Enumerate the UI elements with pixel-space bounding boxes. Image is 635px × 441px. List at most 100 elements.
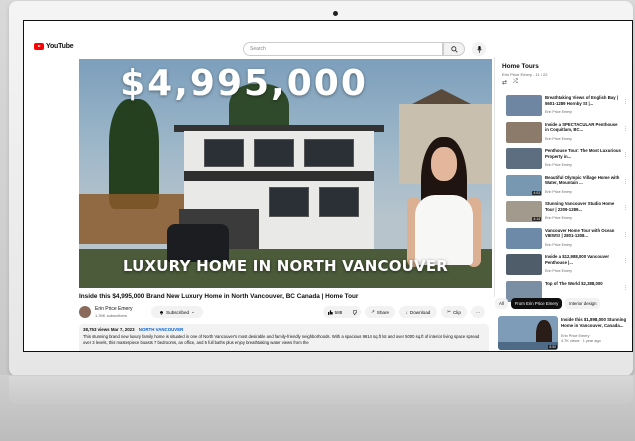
upload-date: Mar 7, 2023 xyxy=(110,327,135,332)
share-icon: ↗ xyxy=(370,309,375,314)
more-options-icon[interactable]: ⋮ xyxy=(623,285,628,291)
bell-icon xyxy=(160,310,164,315)
screen: YouTube Search $4,995,000 LUXURY HOME IN… xyxy=(23,20,633,352)
playlist-item-channel: Erin Price Emery xyxy=(545,110,572,114)
monitor-chin xyxy=(9,376,633,404)
logo-text: YouTube xyxy=(46,43,74,50)
subscribed-label: Subscribed xyxy=(166,309,190,315)
recommended-thumbnail[interactable]: 8:50 xyxy=(498,316,558,350)
loop-icon[interactable]: ⇄ xyxy=(502,79,507,86)
video-overlay-price: $4,995,000 xyxy=(120,63,368,104)
playlist-item-title: Top of The World $2,388,000 xyxy=(545,280,603,286)
playlist-duration: 4:14 xyxy=(532,217,541,221)
youtube-logo[interactable]: YouTube xyxy=(34,43,74,50)
recommended-title: Inside this $1,898,000 Stunning Home in … xyxy=(561,317,627,328)
scissors-icon: ✂ xyxy=(447,309,451,314)
video-frame-window xyxy=(204,139,244,167)
channel-avatar[interactable] xyxy=(79,306,91,318)
channel-name[interactable]: Erin Price Emery xyxy=(95,306,133,312)
playlist-item-title: Inside a SPECTACULAR Penthouse in Coquit… xyxy=(545,121,618,133)
playlist-thumbnail[interactable] xyxy=(506,121,542,143)
playlist-title[interactable]: Home Tours xyxy=(502,63,539,70)
search-input[interactable]: Search xyxy=(243,42,443,56)
search-button[interactable] xyxy=(443,42,465,56)
view-count: 38,753 views xyxy=(83,327,110,332)
more-options-icon[interactable]: ⋮ xyxy=(623,205,628,211)
location-tag[interactable]: NORTH VANCOUVER xyxy=(139,327,184,332)
playlist-controls: ⇄ ⤮ xyxy=(502,79,518,86)
video-overlay-caption: LUXURY HOME IN NORTH VANCOUVER xyxy=(122,257,449,275)
more-options-icon[interactable]: ⋮ xyxy=(623,126,628,132)
chip-all[interactable]: All xyxy=(495,298,508,309)
search-icon xyxy=(450,45,458,53)
playlist-item[interactable]: Breathtaking Views of English Bay | 5601… xyxy=(502,95,628,119)
more-options-icon[interactable]: ⋮ xyxy=(623,258,628,264)
playlist-item[interactable]: Inside a SPECTACULAR Penthouse in Coquit… xyxy=(502,121,628,146)
playlist-item-channel: Erin Price Emery xyxy=(545,136,572,141)
description-box[interactable]: 38,753 views Mar 7, 2023 NORTH VANCOUVER… xyxy=(79,324,489,351)
channel-row: Erin Price Emery 1.39K subscribers Subsc… xyxy=(79,304,492,320)
more-options-icon[interactable]: ⋮ xyxy=(623,179,628,185)
playlist-item-title: Breathtaking Views of English Bay | 5601… xyxy=(545,95,618,106)
video-frame-window xyxy=(254,139,294,167)
like-count: 588 xyxy=(334,309,343,315)
recommended-video[interactable]: 8:50 Inside this $1,898,000 Stunning Hom… xyxy=(498,316,631,351)
playlist-item[interactable]: Penthouse Tour: The Most Luxurious Prope… xyxy=(502,148,628,172)
thumbs-down-icon xyxy=(352,309,357,315)
subscribed-button[interactable]: Subscribed ⌄ xyxy=(151,306,203,318)
chip-from-channel[interactable]: From Erin Price Emery xyxy=(510,298,563,309)
download-button[interactable]: ↓ Download xyxy=(399,306,437,318)
playlist-thumbnail[interactable] xyxy=(506,254,542,275)
clip-button[interactable]: ✂ Clip xyxy=(441,306,467,318)
dislike-button[interactable] xyxy=(347,306,361,318)
video-frame-window xyxy=(269,187,309,217)
playlist-item-channel: Erin Price Emery xyxy=(545,189,572,194)
playlist-thumbnail[interactable]: 4:03 xyxy=(506,174,542,196)
video-frame-window xyxy=(319,187,359,217)
chip-interior-design[interactable]: Interior design xyxy=(565,298,601,309)
webcam xyxy=(333,11,338,16)
shuffle-icon[interactable]: ⤮ xyxy=(513,79,518,86)
more-actions-button[interactable]: ··· xyxy=(471,306,485,318)
playlist-item[interactable]: Inside a $12,988,000 Vancouver Penthouse… xyxy=(502,254,628,278)
playlist-item[interactable]: 4:14 Stunning Vancouver Studio Home Tour … xyxy=(502,201,628,225)
playlist-item[interactable]: 4:03 Beautiful Olympic Village Home with … xyxy=(502,174,628,199)
playlist-item-title: Stunning Vancouver Studio Home Tour | 22… xyxy=(545,201,615,212)
filter-chips: All From Erin Price Emery Interior desig… xyxy=(495,298,601,309)
playlist-thumbnail[interactable] xyxy=(506,95,542,116)
playlist-item-title: Vancouver Home Tour with Ocean VIEWS! | … xyxy=(545,227,615,239)
playlist-item-title: Beautiful Olympic Village Home with Wate… xyxy=(545,174,620,186)
description-text: This stunning brand new luxury family ho… xyxy=(83,334,480,345)
presenter-top xyxy=(415,195,473,265)
share-button[interactable]: ↗ Share xyxy=(365,306,395,318)
video-frame-balcony xyxy=(184,171,374,181)
playlist-item[interactable]: Vancouver Home Tour with Ocean VIEWS! | … xyxy=(502,227,628,252)
chevron-down-icon: ⌄ xyxy=(191,309,195,314)
playlist-item-title: Penthouse Tour: The Most Luxurious Prope… xyxy=(545,148,621,159)
share-label: Share xyxy=(376,309,390,315)
playlist-thumbnail[interactable] xyxy=(506,148,542,169)
more-icon: ··· xyxy=(475,309,481,315)
playlist-item-channel: Erin Price Emery xyxy=(545,163,572,167)
like-button[interactable]: 588 xyxy=(323,306,347,318)
more-options-icon[interactable]: ⋮ xyxy=(623,99,628,105)
presenter-face xyxy=(431,147,457,181)
recommended-duration: 8:50 xyxy=(548,345,557,349)
video-title: Inside this $4,995,000 Brand New Luxury … xyxy=(79,293,359,300)
playlist-duration: 4:03 xyxy=(532,190,541,195)
voice-search-button[interactable] xyxy=(472,42,486,56)
more-options-icon[interactable]: ⋮ xyxy=(623,152,628,158)
download-icon: ↓ xyxy=(405,309,408,315)
more-options-icon[interactable]: ⋮ xyxy=(623,232,628,238)
video-frame-tree xyxy=(109,99,159,209)
playlist-subtitle: Erin Price Emery - 11 / 22 xyxy=(502,72,548,77)
download-label: Download xyxy=(409,309,431,315)
video-player[interactable]: $4,995,000 LUXURY HOME IN NORTH VANCOUVE… xyxy=(79,59,492,288)
playlist-thumbnail[interactable] xyxy=(506,227,542,249)
description-meta: 38,753 views Mar 7, 2023 NORTH VANCOUVER xyxy=(83,327,485,332)
video-frame-window xyxy=(304,139,354,167)
playlist-item-channel: Erin Price Emery xyxy=(545,242,572,247)
thumbs-up-icon xyxy=(327,309,333,315)
playlist-thumbnail[interactable]: 4:14 xyxy=(506,201,542,222)
playlist-item-title: Inside a $12,988,000 Vancouver Penthouse… xyxy=(545,254,610,265)
